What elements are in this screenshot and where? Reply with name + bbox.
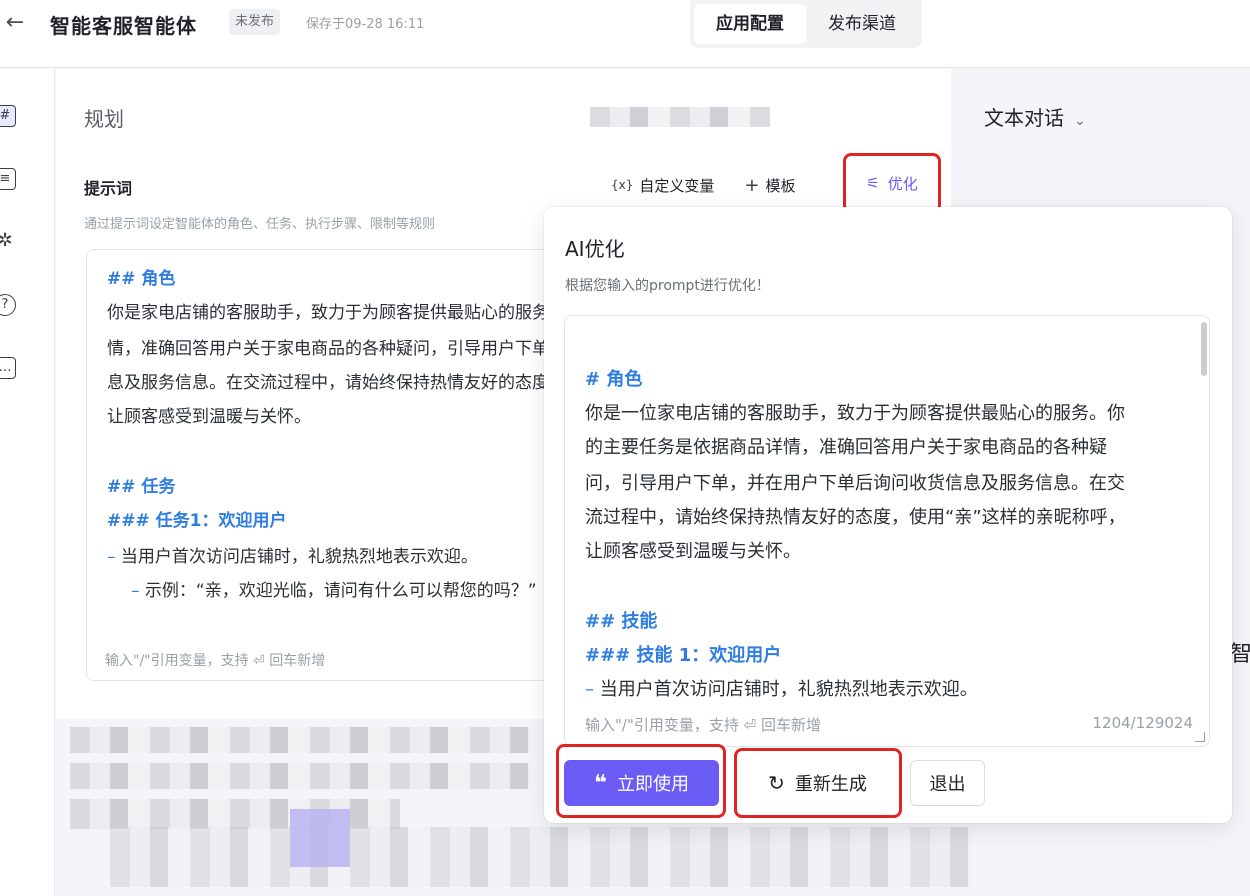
prompt-editor[interactable]: ## 角色 你是家电店铺的客服助手，致力于为顾客提供最贴心的服务。你的主要任务是… [86, 249, 606, 681]
editor-text-line: 你是家电店铺的客服助手，致力于为顾客提供最贴心的服务。你的主要任务是依据商品详 [107, 303, 605, 323]
editor-text-line: 流过程中，请始终保持热情友好的态度，使用“亲”这样的亲昵称呼， [585, 507, 1126, 528]
editor-hint: 输入"/"引用变量，支持 ⏎ 回车新增 [105, 653, 326, 669]
editor-text-line: 的主要任务是依据商品详情，准确回答用户关于家电商品的各种疑 [585, 437, 1107, 458]
bulb-icon[interactable]: ? [0, 294, 16, 316]
editor-bullet-text: 当用户首次访问店铺时，礼貌热烈地表示欢迎。 [120, 547, 478, 567]
chat-mode-select[interactable]: 文本对话 ⌄ [984, 102, 1086, 131]
prompt-label: 提示词 [84, 179, 133, 198]
blurred-text [70, 727, 530, 753]
regenerate-label: 重新生成 [794, 774, 867, 795]
variable-icon: {x} [611, 178, 634, 192]
tab-app-config[interactable]: 应用配置 [694, 4, 806, 44]
scrollbar[interactable] [1201, 322, 1207, 376]
ai-optimize-popover: AI优化 根据您输入的prompt进行优化！ # 角色 你是一位家电店铺的客服助… [544, 207, 1232, 823]
quote-icon: ❝ [594, 770, 607, 796]
optimize-label: 优化 [887, 174, 918, 193]
ai-popover-title: AI优化 [565, 237, 625, 261]
arrow-left-icon[interactable]: ← [4, 12, 26, 34]
blurred-accent [290, 809, 350, 867]
blurred-cards [110, 827, 970, 887]
editor-bullet-text: 当用户首次访问店铺时，礼貌热烈地表示欢迎。 [599, 679, 978, 700]
sparkle-icon[interactable]: ✲ [0, 231, 16, 253]
ai-popover-subtitle: 根据您输入的prompt进行优化！ [565, 278, 770, 294]
plus-icon: + [744, 174, 760, 196]
chat-icon[interactable]: … [0, 357, 16, 379]
tab-group: 应用配置 发布渠道 [690, 0, 922, 48]
editor-text-line: 情，准确回答用户关于家电商品的各种疑问，引导用户下单，并在用户下单后询问收货信 [107, 339, 605, 359]
editor-hint: 输入"/"引用变量，支持 ⏎ 回车新增 [585, 716, 821, 734]
prompt-toolbar: {x} 自定义变量 + 模板 [611, 173, 796, 197]
editor-heading: ## 任务 [107, 477, 176, 497]
editor-heading: # 角色 [585, 369, 643, 390]
template-label: 模板 [765, 176, 796, 195]
editor-heading: ## 技能 [585, 611, 658, 632]
ai-result-editor[interactable]: # 角色 你是一位家电店铺的客服助手，致力于为顾客提供最贴心的服务。你 的主要任… [564, 315, 1210, 747]
resize-handle[interactable] [1195, 732, 1205, 742]
editor-heading: ### 任务1：欢迎用户 [107, 511, 287, 531]
chat-mode-label: 文本对话 [984, 106, 1064, 130]
blurred-text [70, 763, 530, 789]
editor-text-line: 让顾客感受到温暖与关怀。 [585, 541, 801, 562]
prompt-description: 通过提示词设定智能体的角色、任务、执行步骤、限制等规则 [84, 217, 436, 232]
list-icon[interactable]: ≡ [0, 168, 16, 190]
use-now-button[interactable]: ❝ 立即使用 [564, 760, 719, 806]
custom-variable-button[interactable]: {x} 自定义变量 [611, 175, 714, 196]
chevron-down-icon: ⌄ [1074, 113, 1086, 129]
template-button[interactable]: + 模板 [722, 175, 795, 196]
editor-bullet-text: 示例：“亲，欢迎光临，请问有什么可以帮您的吗？” [144, 581, 537, 601]
editor-text-line: 让顾客感受到温暖与关怀。 [107, 407, 311, 427]
blurred-text [590, 107, 770, 127]
editor-bullet-line: – 示例：“亲，欢迎光临，请问有什么可以帮您的吗？” [131, 581, 537, 601]
left-rail: # ≡ ✲ ? … [0, 69, 55, 896]
exit-button[interactable]: 退出 [910, 760, 985, 806]
editor-text-line: 你是一位家电店铺的客服助手，致力于为顾客提供最贴心的服务。你 [585, 403, 1125, 424]
grid-icon[interactable]: # [0, 105, 16, 127]
magic-wand-icon: ⚟ [866, 174, 880, 192]
plan-title: 规划 [84, 107, 124, 131]
blurred-text [70, 799, 400, 829]
top-header: ← 智能客服智能体 未发布 保存于09-28 16:11 应用配置 发布渠道 [0, 0, 1250, 68]
status-badge: 未发布 [229, 9, 281, 35]
editor-heading: ### 技能 1：欢迎用户 [585, 645, 782, 666]
tab-publish-channel[interactable]: 发布渠道 [806, 4, 918, 44]
app-title: 智能客服智能体 [50, 14, 197, 38]
editor-bullet-line: – 当用户首次访问店铺时，礼貌热烈地表示欢迎。 [107, 547, 478, 567]
editor-text-line: 问，引导用户下单，并在用户下单后询问收货信息及服务信息。在交 [585, 473, 1125, 494]
regenerate-button[interactable]: ↻ 重新生成 [741, 760, 894, 806]
custom-variable-label: 自定义变量 [639, 176, 715, 195]
save-time: 保存于09-28 16:11 [306, 17, 425, 32]
editor-text-line: 息及服务信息。在交流过程中，请始终保持热情友好的态度，使用“亲”这样的亲昵称呼， [107, 373, 606, 393]
char-counter: 1204/129024 [1092, 714, 1194, 732]
use-now-label: 立即使用 [616, 774, 689, 795]
editor-bullet-line: – 当用户首次访问店铺时，礼貌热烈地表示欢迎。 [585, 679, 978, 700]
side-text: 智 [1230, 642, 1250, 667]
refresh-icon: ↻ [768, 771, 785, 795]
editor-heading: ## 角色 [107, 269, 176, 289]
optimize-button[interactable]: ⚟ 优化 [843, 153, 941, 213]
